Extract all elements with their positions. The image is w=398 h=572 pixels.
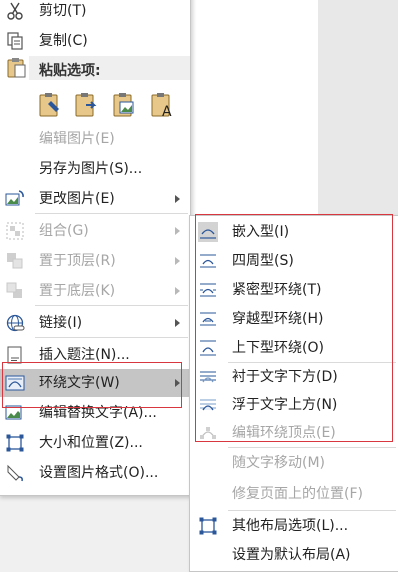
insert-caption-label: 插入题注(N)...: [39, 347, 130, 363]
submenu-arrow-icon: [175, 319, 180, 327]
more-layout-options-menu-item[interactable]: 其他布局选项(L)...: [190, 512, 398, 540]
edit-wrap-points-label: 编辑环绕顶点(E): [232, 425, 336, 441]
send-to-back-label: 置于底层(K): [39, 283, 116, 299]
cut-menu-item[interactable]: 剪切(T): [0, 0, 190, 25]
submenu-arrow-icon: [175, 379, 180, 387]
wrap-in-front-icon: [200, 399, 216, 411]
menu-separator: [35, 337, 188, 338]
wrap-behind-text-menu-item[interactable]: 衬于文字下方(D): [190, 363, 398, 391]
paste-picture-icon[interactable]: [111, 91, 137, 119]
edit-picture-label: 编辑图片(E): [39, 131, 115, 147]
size-position-menu-item[interactable]: 大小和位置(Z)...: [0, 429, 190, 457]
alt-text-icon: [5, 405, 22, 420]
insert-caption-menu-item[interactable]: 插入题注(N)...: [0, 341, 190, 369]
link-label: 链接(I): [39, 315, 83, 331]
wrap-through-icon: [200, 312, 216, 326]
copy-menu-item[interactable]: 复制(C): [0, 27, 190, 55]
bring-to-front-icon: [7, 253, 23, 269]
save-as-picture-label: 另存为图片(S)...: [39, 161, 143, 177]
more-layout-options-label: 其他布局选项(L)...: [232, 518, 349, 534]
format-picture-label: 设置图片格式(O)...: [39, 465, 159, 481]
paste-options-header: 粘贴选项:: [29, 56, 190, 80]
submenu-arrow-icon: [175, 195, 180, 203]
document-margin: [318, 0, 398, 230]
copy-label: 复制(C): [39, 33, 88, 49]
wrap-inline-menu-item[interactable]: 嵌入型(I): [190, 218, 398, 246]
wrap-in-front-label: 浮于文字上方(N): [232, 397, 338, 413]
wrap-tight-menu-item[interactable]: 紧密型环绕(T): [190, 276, 398, 304]
edit-alt-text-menu-item[interactable]: 编辑替换文字(A)...: [0, 399, 190, 427]
wrap-in-front-menu-item[interactable]: 浮于文字上方(N): [190, 391, 398, 419]
insert-caption-icon: [7, 346, 22, 364]
change-picture-menu-item[interactable]: 更改图片(E): [0, 185, 190, 213]
group-icon: [6, 222, 24, 240]
edit-picture-menu-item[interactable]: 编辑图片(E): [0, 125, 190, 153]
menu-separator: [228, 447, 396, 448]
wrap-inline-icon: [198, 222, 218, 242]
format-picture-menu-item[interactable]: 设置图片格式(O)...: [0, 459, 190, 487]
copy-icon: [7, 32, 23, 50]
wrap-behind-text-icon: [200, 371, 216, 383]
fix-position-label: 修复页面上的位置(F): [232, 486, 363, 502]
paste-keep-formatting-icon[interactable]: [37, 91, 63, 119]
size-position-label: 大小和位置(Z)...: [39, 435, 143, 451]
wrap-square-icon: [200, 254, 216, 268]
bring-to-front-menu-item[interactable]: 置于顶层(R): [0, 247, 190, 275]
link-icon: [6, 314, 25, 332]
save-as-picture-menu-item[interactable]: 另存为图片(S)...: [0, 155, 190, 183]
wrap-inline-label: 嵌入型(I): [232, 224, 290, 240]
set-default-layout-label: 设置为默认布局(A): [232, 547, 351, 563]
paste-options-row: A: [35, 91, 185, 121]
wrap-text-submenu: 嵌入型(I) 四周型(S) 紧密型环绕(T) 穿越型环绕(H) 上下型环绕(O)…: [189, 215, 398, 572]
wrap-top-bottom-label: 上下型环绕(O): [232, 340, 324, 356]
document-page: [190, 0, 318, 230]
wrap-through-label: 穿越型环绕(H): [232, 311, 324, 327]
bring-to-front-label: 置于顶层(R): [39, 253, 116, 269]
change-picture-icon: [5, 190, 24, 206]
paste-merge-formatting-icon[interactable]: [73, 91, 99, 119]
size-position-icon: [6, 434, 24, 452]
layout-options-icon: [199, 517, 217, 535]
change-picture-label: 更改图片(E): [39, 191, 115, 207]
wrap-tight-label: 紧密型环绕(T): [232, 282, 322, 298]
paste-text-only-icon[interactable]: A: [149, 91, 175, 119]
send-to-back-icon: [6, 282, 22, 298]
wrap-text-label: 环绕文字(W): [39, 375, 120, 391]
move-with-text-menu-item[interactable]: 随文字移动(M): [190, 449, 398, 477]
group-menu-item[interactable]: 组合(G): [0, 217, 190, 245]
edit-wrap-points-icon: [200, 427, 216, 439]
cut-label: 剪切(T): [39, 3, 87, 19]
edit-wrap-points-menu-item[interactable]: 编辑环绕顶点(E): [190, 419, 398, 447]
clipboard-icon: [7, 58, 26, 78]
wrap-behind-text-label: 衬于文字下方(D): [232, 369, 338, 385]
edit-alt-text-label: 编辑替换文字(A)...: [39, 405, 157, 421]
wrap-top-bottom-icon: [200, 340, 216, 356]
wrap-through-menu-item[interactable]: 穿越型环绕(H): [190, 305, 398, 333]
scissors-icon: [7, 2, 23, 20]
wrap-tight-icon: [200, 283, 216, 297]
wrap-text-icon: [5, 375, 25, 391]
paste-options-label: 粘贴选项:: [39, 63, 101, 79]
menu-separator: [228, 510, 396, 511]
link-menu-item[interactable]: 链接(I): [0, 309, 190, 337]
submenu-arrow-icon: [175, 257, 180, 265]
fix-position-menu-item[interactable]: 修复页面上的位置(F): [190, 480, 398, 508]
set-default-layout-menu-item[interactable]: 设置为默认布局(A): [190, 541, 398, 569]
menu-separator: [35, 213, 188, 214]
menu-separator: [35, 305, 188, 306]
move-with-text-label: 随文字移动(M): [232, 455, 326, 471]
wrap-square-menu-item[interactable]: 四周型(S): [190, 247, 398, 275]
wrap-text-menu-item[interactable]: 环绕文字(W): [0, 369, 190, 397]
context-menu: 剪切(T) 复制(C) 粘贴选项: A 编辑图片(E) 另存为图片(S)... …: [0, 0, 191, 496]
wrap-top-bottom-menu-item[interactable]: 上下型环绕(O): [190, 334, 398, 362]
format-paint-icon: [7, 464, 23, 482]
send-to-back-menu-item[interactable]: 置于底层(K): [0, 277, 190, 305]
group-label: 组合(G): [39, 223, 89, 239]
svg-text:A: A: [162, 104, 172, 119]
submenu-arrow-icon: [175, 227, 180, 235]
wrap-square-label: 四周型(S): [232, 253, 294, 269]
submenu-arrow-icon: [175, 287, 180, 295]
